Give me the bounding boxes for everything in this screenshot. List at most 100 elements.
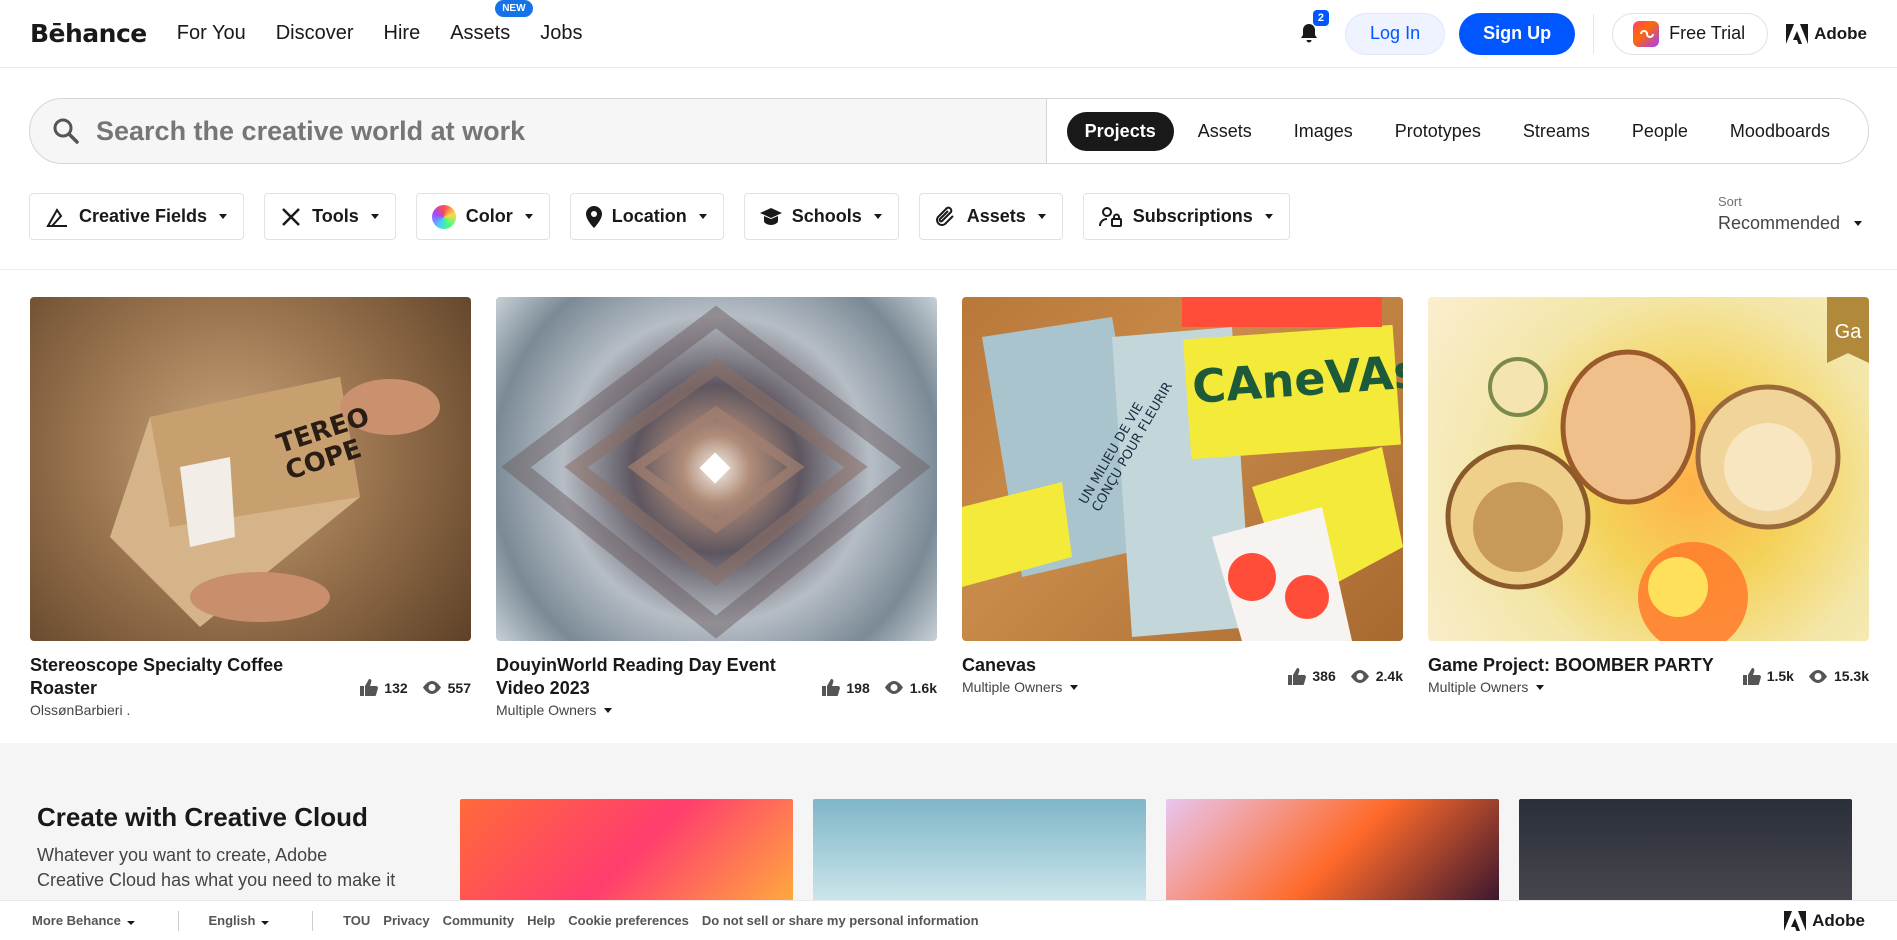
sort-dropdown[interactable]: Sort Recommended: [1718, 194, 1863, 234]
login-button[interactable]: Log In: [1345, 12, 1446, 55]
project-title[interactable]: Stereoscope Specialty Coffee Roaster: [30, 654, 330, 700]
footer-link-do-not-sell[interactable]: Do not sell or share my personal informa…: [702, 913, 979, 928]
filter-location[interactable]: Location: [569, 193, 724, 240]
tab-projects[interactable]: Projects: [1066, 111, 1174, 151]
more-behance-menu[interactable]: More Behance: [32, 913, 135, 928]
notifications-button[interactable]: 2: [1295, 9, 1330, 48]
adobe-link[interactable]: Adobe: [1786, 23, 1867, 44]
promo-description: Whatever you want to create, Adobe Creat…: [37, 845, 396, 890]
project-owner[interactable]: Multiple Owners: [962, 679, 1079, 695]
thumbs-up-icon: [360, 679, 379, 696]
chevron-down-icon: [1536, 684, 1545, 690]
search-type-tabs: Projects Assets Images Prototypes Stream…: [1045, 99, 1868, 163]
behance-logo[interactable]: Bēhance: [30, 19, 147, 48]
project-card[interactable]: TEREO COPE Stereoscope Specialty Coffee …: [30, 297, 471, 718]
search-placeholder: Search the creative world at work: [96, 115, 526, 146]
nav-assets[interactable]: Assets NEW: [450, 0, 533, 45]
filter-schools[interactable]: Schools: [743, 193, 899, 240]
likes-count: 1.5k: [1766, 668, 1794, 684]
adobe-logo-icon: [1784, 910, 1807, 931]
search-bar: Search the creative world at work Projec…: [29, 98, 1869, 164]
game-illustration-image: [1445, 349, 1841, 641]
views-stat: 557: [422, 657, 471, 718]
filter-location-label: Location: [611, 206, 687, 226]
project-thumbnail[interactable]: TEREO COPE: [30, 297, 471, 641]
tab-streams[interactable]: Streams: [1505, 112, 1608, 151]
appreciations-stat: 386: [1288, 657, 1336, 695]
project-grid: TEREO COPE Stereoscope Specialty Coffee …: [30, 297, 1869, 718]
nav-hire[interactable]: Hire: [384, 22, 421, 45]
tab-assets[interactable]: Assets: [1180, 112, 1270, 151]
tab-moodboards[interactable]: Moodboards: [1712, 112, 1848, 151]
footer-link-cookie-preferences[interactable]: Cookie preferences: [568, 913, 689, 928]
filter-creative-fields[interactable]: Creative Fields: [29, 193, 245, 240]
project-thumbnail[interactable]: CAneVAs UN MILIEU DE VIE CONÇU POUR FLEU…: [962, 297, 1403, 641]
nav-discover[interactable]: Discover: [276, 22, 354, 45]
filter-assets-label: Assets: [966, 206, 1026, 226]
coffee-box-image: [110, 377, 440, 627]
appreciations-stat: 198: [822, 657, 870, 718]
nav-jobs[interactable]: Jobs: [540, 22, 582, 45]
nav-for-you[interactable]: For You: [177, 22, 246, 45]
views-count: 557: [447, 679, 471, 696]
footer-divider: [312, 910, 314, 931]
language-selector[interactable]: English: [209, 913, 270, 928]
project-owner[interactable]: Multiple Owners: [496, 702, 796, 718]
project-owner[interactable]: OlssønBarbieri .: [30, 702, 330, 718]
project-stats: 1.5k 15.3k: [1742, 654, 1869, 695]
chevron-down-icon: [698, 214, 707, 219]
filter-assets[interactable]: Assets: [918, 193, 1063, 240]
project-owner-name: Multiple Owners: [1428, 679, 1529, 695]
chevron-down-icon: [1264, 214, 1273, 219]
free-trial-label: Free Trial: [1669, 23, 1746, 43]
free-trial-button[interactable]: Free Trial: [1612, 12, 1769, 55]
project-title[interactable]: DouyinWorld Reading Day Event Video 2023: [496, 654, 796, 700]
footer-link-tou[interactable]: TOU: [343, 913, 370, 928]
filter-schools-label: Schools: [791, 206, 862, 226]
project-title[interactable]: Canevas: [962, 654, 1078, 677]
footer-link-community[interactable]: Community: [443, 913, 515, 928]
project-card[interactable]: CAneVAs UN MILIEU DE VIE CONÇU POUR FLEU…: [962, 297, 1403, 718]
project-owner[interactable]: Multiple Owners: [1428, 679, 1714, 695]
project-card[interactable]: Ga Game Project: BOOMBER PARTY Multiple …: [1428, 297, 1869, 718]
tools-icon: [282, 207, 300, 226]
filter-tools-label: Tools: [312, 206, 359, 226]
footer-link-help[interactable]: Help: [527, 913, 555, 928]
thumbs-up-icon: [1742, 667, 1761, 685]
project-meta: DouyinWorld Reading Day Event Video 2023…: [496, 654, 937, 718]
views-stat: 2.4k: [1350, 657, 1403, 695]
language-label: English: [208, 913, 256, 928]
chevron-down-icon: [1037, 214, 1046, 219]
project-title[interactable]: Game Project: BOOMBER PARTY: [1428, 654, 1714, 677]
search-icon: [53, 118, 79, 144]
sort-label: Sort: [1718, 194, 1742, 209]
project-card[interactable]: DouyinWorld Reading Day Event Video 2023…: [496, 297, 937, 718]
views-count: 15.3k: [1833, 668, 1869, 684]
tab-people[interactable]: People: [1614, 112, 1706, 151]
project-thumbnail[interactable]: [496, 297, 937, 641]
eye-icon: [422, 681, 441, 694]
bell-icon: [1301, 23, 1318, 42]
paperclip-icon: [935, 206, 954, 226]
footer-bar: More Behance English TOU Privacy Communi…: [0, 900, 1897, 940]
tab-images[interactable]: Images: [1276, 112, 1371, 151]
likes-count: 132: [384, 679, 408, 696]
project-meta: Game Project: BOOMBER PARTY Multiple Own…: [1428, 654, 1869, 695]
project-owner-name: OlssønBarbieri .: [30, 702, 131, 718]
subscriber-lock-icon: [1098, 206, 1122, 227]
project-thumbnail[interactable]: Ga: [1428, 297, 1869, 641]
footer-link-privacy[interactable]: Privacy: [383, 913, 429, 928]
filter-tools[interactable]: Tools: [264, 193, 396, 240]
appreciations-stat: 132: [360, 657, 408, 718]
footer-adobe-link[interactable]: Adobe: [1784, 910, 1865, 931]
signup-button[interactable]: Sign Up: [1459, 12, 1576, 55]
creative-cloud-promo: Create with Creative Cloud Whatever you …: [0, 743, 1897, 919]
promo-title: Create with Creative Cloud: [37, 802, 368, 832]
filter-subscriptions[interactable]: Subscriptions: [1082, 193, 1290, 240]
filter-color[interactable]: Color: [415, 193, 550, 240]
location-pin-icon: [585, 205, 602, 228]
tab-prototypes[interactable]: Prototypes: [1377, 112, 1499, 151]
chevron-down-icon: [219, 214, 228, 219]
chevron-down-icon: [126, 921, 135, 925]
search-input[interactable]: Search the creative world at work: [30, 99, 1046, 163]
